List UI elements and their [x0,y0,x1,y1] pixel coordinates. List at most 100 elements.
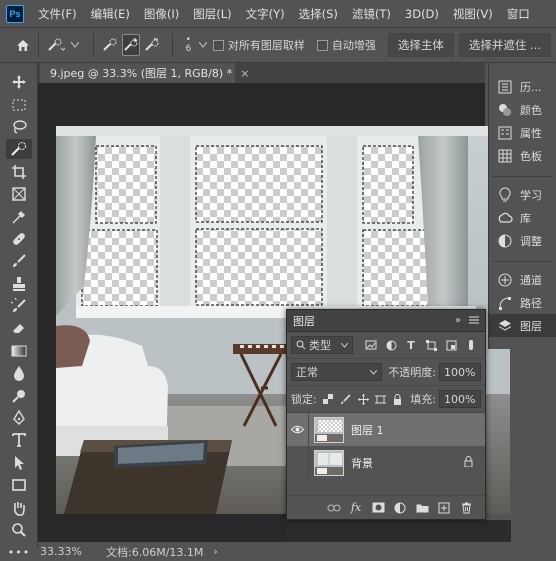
photoshop-logo[interactable]: Ps [6,4,24,23]
new-selection-icon[interactable] [102,34,118,56]
layer-thumbnail[interactable] [314,416,344,443]
layer-row[interactable]: 背景 [287,446,485,479]
brush-tool[interactable] [0,250,38,272]
status-menu-arrow-icon[interactable]: › [213,545,217,558]
pen-tool[interactable] [0,407,38,429]
document-tab[interactable]: 9.jpeg @ 33.3% (图层 1, RGB/8) * × [40,63,249,83]
filter-adjustment-icon[interactable] [381,337,401,353]
libraries-panel-button[interactable]: 库 [489,206,556,229]
frame-tool[interactable] [0,183,38,205]
layer-filter-select[interactable]: 类型 [291,336,353,354]
eyedropper-tool[interactable] [0,205,38,227]
add-mask-icon[interactable] [367,499,389,517]
menu-3d[interactable]: 3D(D) [405,7,439,21]
rectangle-tool[interactable] [0,474,38,496]
sample-all-layers-option[interactable]: 对所有图层取样 [212,37,305,53]
hand-tool[interactable] [0,496,38,518]
menu-window[interactable]: 窗口 [507,6,530,22]
close-icon[interactable]: × [240,67,249,80]
filter-shape-icon[interactable] [421,337,441,353]
link-layers-icon[interactable] [323,499,345,517]
more-tools[interactable]: ••• [0,541,38,561]
visibility-toggle-empty[interactable] [287,446,309,479]
new-layer-icon[interactable] [433,499,455,517]
lock-transparent-pixels-icon[interactable] [320,394,337,404]
home-icon[interactable] [16,34,30,56]
opacity-input[interactable]: 100% [439,363,481,381]
lock-artboard-icon[interactable] [372,394,389,405]
menu-layer[interactable]: 图层(L) [193,6,231,22]
color-panel-button[interactable]: 颜色 [489,98,556,121]
swatches-panel-button[interactable]: 色板 [489,144,556,167]
path-selection-tool[interactable] [0,452,38,474]
filter-pixel-icon[interactable] [361,337,381,353]
crop-tool[interactable] [0,161,38,183]
paths-label: 路径 [520,296,542,310]
subtract-from-selection-icon[interactable] [144,34,160,56]
paths-panel-button[interactable]: 路径 [489,291,556,314]
filter-toggle-icon[interactable] [461,337,481,353]
gradient-tool[interactable] [0,340,38,362]
zoom-tool[interactable] [0,519,38,541]
layer-name[interactable]: 图层 1 [351,422,485,438]
collapse-panel-icon[interactable]: » [455,315,461,326]
menu-image[interactable]: 图像(I) [144,6,179,22]
menu-filter[interactable]: 滤镜(T) [352,6,391,22]
fx-icon[interactable]: fx [345,499,367,517]
blend-mode-select[interactable]: 正常 [291,363,383,381]
layer-thumbnail[interactable] [314,449,344,476]
layers-panel-header[interactable]: 图层 » [287,310,485,332]
brush-size-picker[interactable]: • 6 [184,36,192,54]
history-brush-tool[interactable] [0,295,38,317]
marquee-tool[interactable] [0,93,38,115]
menu-edit[interactable]: 编辑(E) [91,6,130,22]
layer-row[interactable]: 图层 1 [287,413,485,446]
quick-selection-preset-icon[interactable] [47,34,65,56]
select-and-mask-button[interactable]: 选择并遮住 ... [458,33,552,57]
properties-panel-button[interactable]: 属性 [489,121,556,144]
move-tool[interactable] [0,71,38,93]
visibility-eye-icon[interactable] [287,413,309,446]
eraser-tool[interactable] [0,317,38,339]
menu-type[interactable]: 文字(Y) [246,6,285,22]
type-tool[interactable] [0,429,38,451]
adjustments-panel-button[interactable]: 调整 [489,229,556,252]
add-to-selection-icon[interactable] [121,34,140,56]
dodge-tool[interactable] [0,384,38,406]
history-panel-button[interactable]: 历... [489,75,556,98]
separator [93,33,94,57]
preset-dropdown-icon[interactable] [69,34,82,56]
sample-all-layers-checkbox[interactable] [212,39,224,51]
learn-panel-button[interactable]: 学习 [489,183,556,206]
auto-enhance-checkbox[interactable] [316,39,328,51]
lock-image-pixels-icon[interactable] [337,393,354,405]
layer-name[interactable]: 背景 [351,455,464,471]
menu-view[interactable]: 视图(V) [453,6,493,22]
healing-brush-tool[interactable] [0,228,38,250]
panel-menu-icon[interactable] [469,314,479,327]
trash-icon[interactable] [455,499,477,517]
lock-position-icon[interactable] [354,393,371,405]
lock-all-icon[interactable] [389,393,406,405]
layers-panel-title[interactable]: 图层 [293,313,315,329]
brush-size-dropdown-icon[interactable] [196,34,209,56]
layers-panel-button[interactable]: 图层 [489,314,556,337]
new-group-folder-icon[interactable] [411,499,433,517]
blur-tool[interactable] [0,362,38,384]
menu-file[interactable]: 文件(F) [38,6,77,22]
lasso-tool[interactable] [0,116,38,138]
menu-select[interactable]: 选择(S) [299,6,338,22]
auto-enhance-option[interactable]: 自动增强 [316,37,376,53]
zoom-level[interactable]: 33.33% [40,545,106,558]
channels-panel-button[interactable]: 通道 [489,268,556,291]
clone-stamp-tool[interactable] [0,273,38,295]
filter-type-icon[interactable]: T [401,337,421,353]
dock-grip[interactable] [489,63,556,75]
new-adjustment-layer-icon[interactable] [389,499,411,517]
filter-smart-object-icon[interactable] [441,337,461,353]
dock-separator [493,252,552,262]
quick-selection-tool[interactable] [0,138,38,160]
fill-input[interactable]: 100% [439,390,481,408]
toolbar-grip[interactable] [0,63,37,71]
select-subject-button[interactable]: 选择主体 [387,33,454,57]
